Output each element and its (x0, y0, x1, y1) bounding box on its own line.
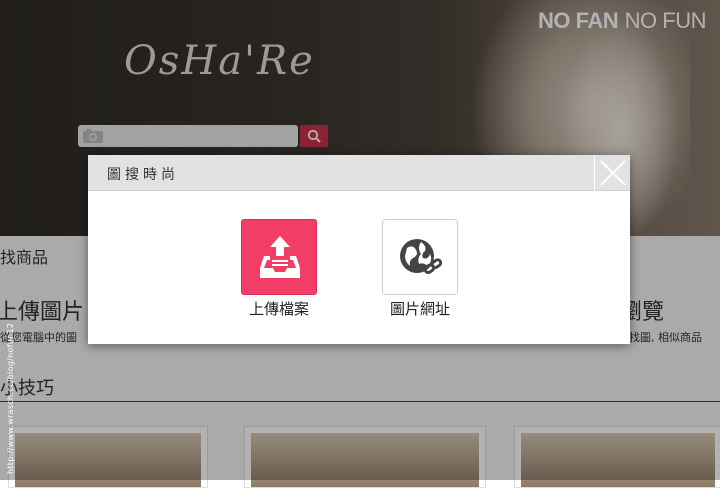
upload-file-button[interactable] (241, 219, 317, 295)
close-button[interactable] (594, 155, 630, 191)
upload-file-label[interactable]: 上傳檔案 (229, 298, 329, 319)
dialog-header: 圖搜時尚 (88, 155, 630, 191)
dialog-title: 圖搜時尚 (107, 167, 179, 183)
close-icon (600, 160, 626, 186)
image-search-dialog: 圖搜時尚 上傳檔案 圖片網址 (88, 155, 630, 344)
image-url-label[interactable]: 圖片網址 (370, 298, 470, 319)
image-url-button[interactable] (382, 219, 458, 295)
watermark-url: http://www.wrasch.cc/blog/nofun12 (6, 322, 15, 474)
upload-tray-icon (260, 236, 300, 278)
globe-link-icon (400, 239, 443, 275)
